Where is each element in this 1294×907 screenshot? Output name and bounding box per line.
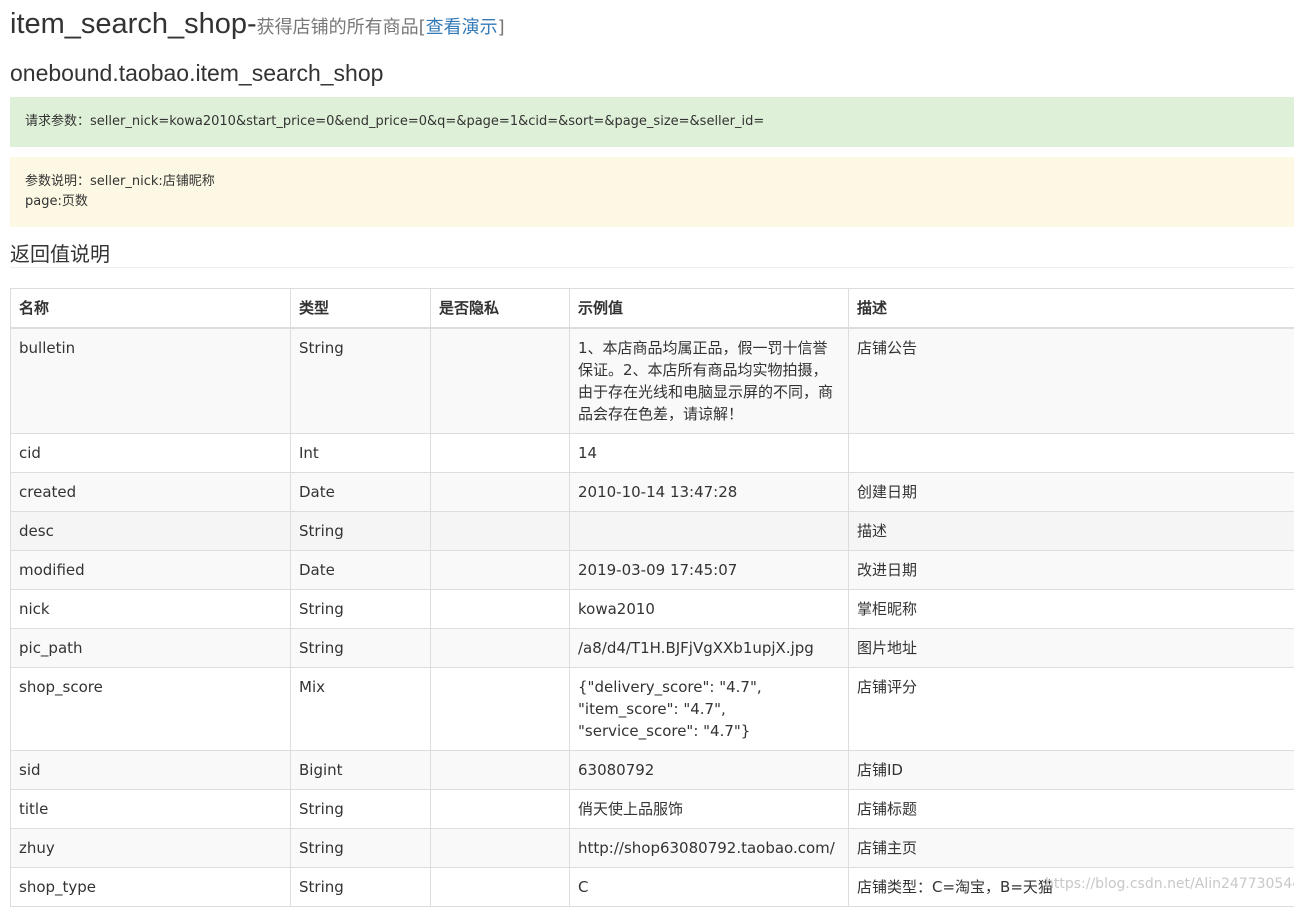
cell-private: [431, 512, 570, 551]
cell-name: cid: [11, 434, 291, 473]
cell-private: [431, 590, 570, 629]
table-header-row: 名称 类型 是否隐私 示例值 描述: [11, 289, 1294, 329]
cell-private: [431, 829, 570, 868]
cell-type: Date: [291, 473, 431, 512]
cell-description: 店铺主页: [849, 829, 1294, 868]
cell-description: 店铺评分: [849, 668, 1294, 751]
cell-example: C: [570, 868, 849, 907]
table-row: sid Bigint 63080792 店铺ID: [11, 751, 1294, 790]
param-description-box: 参数说明：seller_nick:店铺昵称 page:页数: [10, 157, 1294, 227]
cell-type: String: [291, 629, 431, 668]
cell-example: /a8/d4/T1H.BJFjVgXXb1upjX.jpg: [570, 629, 849, 668]
column-header-name: 名称: [11, 289, 291, 329]
cell-name: desc: [11, 512, 291, 551]
column-header-type: 类型: [291, 289, 431, 329]
cell-name: shop_type: [11, 868, 291, 907]
cell-name: nick: [11, 590, 291, 629]
cell-example: http://shop63080792.taobao.com/: [570, 829, 849, 868]
column-header-private: 是否隐私: [431, 289, 570, 329]
table-row: nick String kowa2010 掌柜昵称: [11, 590, 1294, 629]
cell-private: [431, 629, 570, 668]
demo-link[interactable]: 查看演示: [426, 17, 498, 38]
cell-name: pic_path: [11, 629, 291, 668]
cell-private: [431, 551, 570, 590]
cell-name: sid: [11, 751, 291, 790]
bracket-close: ]: [498, 17, 505, 38]
cell-description: 改进日期: [849, 551, 1294, 590]
cell-example: [570, 512, 849, 551]
cell-description: 店铺标题: [849, 790, 1294, 829]
cell-type: String: [291, 829, 431, 868]
table-row: pic_path String /a8/d4/T1H.BJFjVgXXb1upj…: [11, 629, 1294, 668]
cell-private: [431, 668, 570, 751]
cell-description: 掌柜昵称: [849, 590, 1294, 629]
page-title: item_search_shop-获得店铺的所有商品[查看演示]: [10, 8, 505, 41]
cell-name: shop_score: [11, 668, 291, 751]
cell-type: String: [291, 512, 431, 551]
cell-name: zhuy: [11, 829, 291, 868]
cell-example: 2019-03-09 17:45:07: [570, 551, 849, 590]
cell-private: [431, 328, 570, 434]
table-row: zhuy String http://shop63080792.taobao.c…: [11, 829, 1294, 868]
table-row: title String 俏天使上品服饰 店铺标题: [11, 790, 1294, 829]
table-row: cid Int 14: [11, 434, 1294, 473]
cell-example: 1、本店商品均属正品，假一罚十信誉保证。2、本店所有商品均实物拍摄，由于存在光线…: [570, 328, 849, 434]
return-section-title: 返回值说明: [10, 238, 1294, 268]
cell-name: title: [11, 790, 291, 829]
cell-type: String: [291, 590, 431, 629]
param-description-line: page:页数: [25, 192, 1279, 212]
request-params-text: 请求参数：seller_nick=kowa2010&start_price=0&…: [25, 114, 764, 129]
cell-example: 14: [570, 434, 849, 473]
table-row: created Date 2010-10-14 13:47:28 创建日期: [11, 473, 1294, 512]
cell-example: kowa2010: [570, 590, 849, 629]
cell-description: 描述: [849, 512, 1294, 551]
cell-description: 图片地址: [849, 629, 1294, 668]
csdn-watermark: https://blog.csdn.net/Alin2477305449: [1045, 876, 1294, 892]
table-row: bulletin String 1、本店商品均属正品，假一罚十信誉保证。2、本店…: [11, 328, 1294, 434]
cell-private: [431, 434, 570, 473]
cell-description: 创建日期: [849, 473, 1294, 512]
cell-private: [431, 868, 570, 907]
table-row: modified Date 2019-03-09 17:45:07 改进日期: [11, 551, 1294, 590]
cell-example: 63080792: [570, 751, 849, 790]
cell-type: Mix: [291, 668, 431, 751]
cell-name: modified: [11, 551, 291, 590]
bracket-open: [: [419, 17, 426, 38]
cell-type: Date: [291, 551, 431, 590]
cell-type: String: [291, 328, 431, 434]
param-description-line: 参数说明：seller_nick:店铺昵称: [25, 172, 1279, 192]
cell-private: [431, 473, 570, 512]
cell-example: {"delivery_score": "4.7", "item_score": …: [570, 668, 849, 751]
cell-name: bulletin: [11, 328, 291, 434]
cell-example: 2010-10-14 13:47:28: [570, 473, 849, 512]
table-row: desc String 描述: [11, 512, 1294, 551]
table-row: shop_score Mix {"delivery_score": "4.7",…: [11, 668, 1294, 751]
method-name: onebound.taobao.item_search_shop: [10, 60, 383, 87]
cell-private: [431, 790, 570, 829]
cell-name: created: [11, 473, 291, 512]
return-values-table: 名称 类型 是否隐私 示例值 描述 bulletin String 1、本店商品…: [10, 288, 1294, 907]
cell-example: 俏天使上品服饰: [570, 790, 849, 829]
cell-description: 店铺ID: [849, 751, 1294, 790]
api-subtitle: 获得店铺的所有商品: [257, 17, 419, 38]
column-header-example: 示例值: [570, 289, 849, 329]
request-params-box: 请求参数：seller_nick=kowa2010&start_price=0&…: [10, 97, 1294, 147]
api-name: item_search_shop-: [10, 8, 257, 40]
cell-private: [431, 751, 570, 790]
cell-type: Bigint: [291, 751, 431, 790]
cell-type: Int: [291, 434, 431, 473]
cell-description: 店铺公告: [849, 328, 1294, 434]
cell-description: [849, 434, 1294, 473]
cell-type: String: [291, 790, 431, 829]
column-header-description: 描述: [849, 289, 1294, 329]
cell-type: String: [291, 868, 431, 907]
